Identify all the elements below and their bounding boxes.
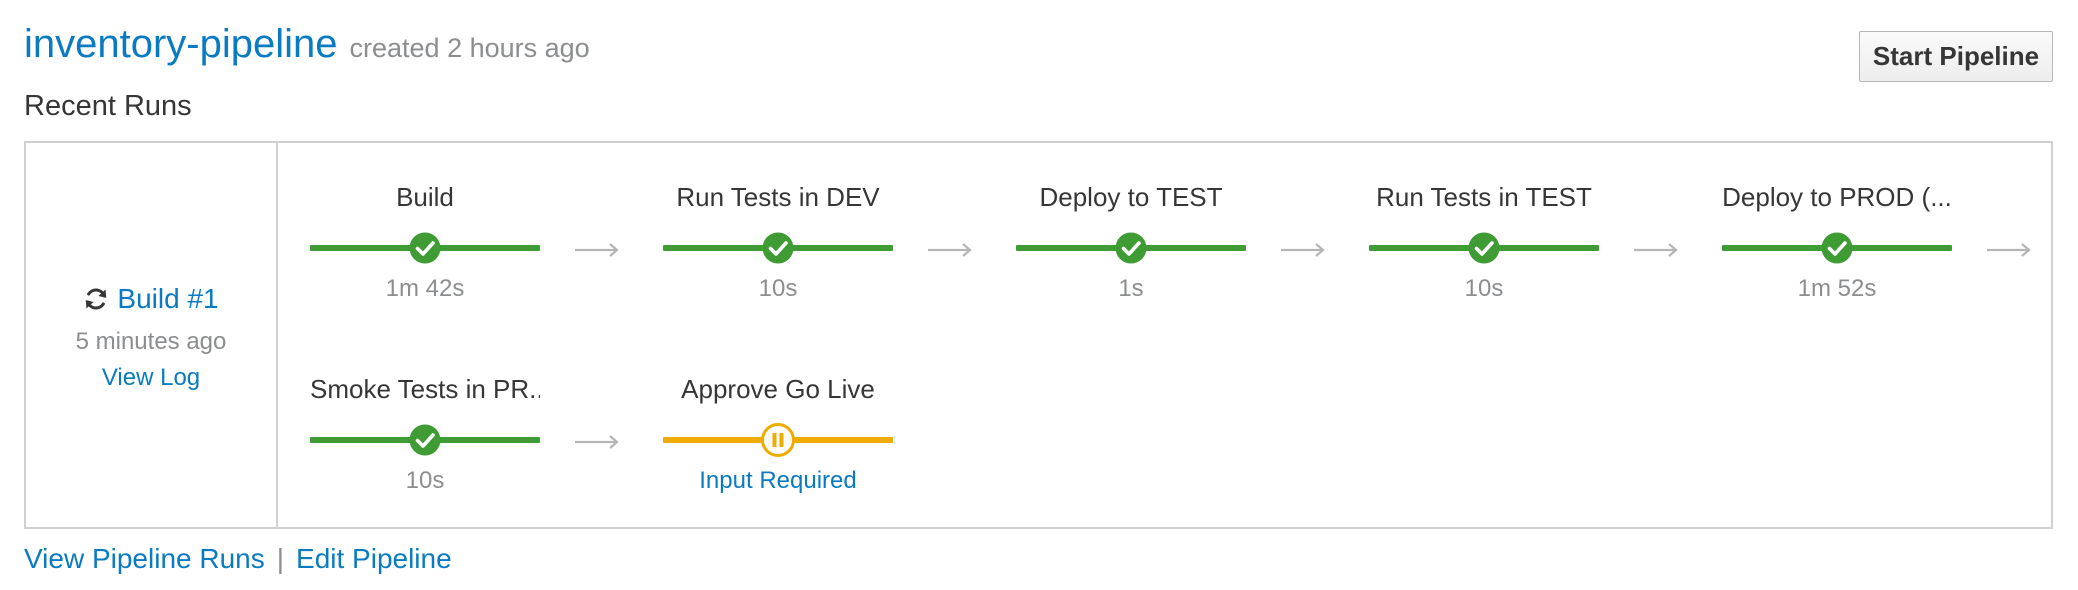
pipeline-stage: Deploy to PROD (... 1m 52s bbox=[1722, 181, 1952, 305]
stage-name: Deploy to TEST bbox=[1039, 182, 1223, 212]
build-link[interactable]: Build #1 bbox=[117, 283, 218, 315]
pipeline-stage: Approve Go Live Input Required bbox=[663, 373, 893, 497]
arrow-right-icon bbox=[1634, 243, 1678, 257]
stage-name: Approve Go Live bbox=[681, 374, 875, 404]
stage-duration: 10s bbox=[405, 467, 445, 494]
stage-duration: 1m 42s bbox=[385, 275, 465, 302]
input-required-link[interactable]: Input Required bbox=[663, 465, 893, 497]
pipeline-stage: Run Tests in TEST 10s bbox=[1369, 181, 1599, 305]
arrow-right-icon bbox=[575, 435, 619, 449]
check-circle-icon bbox=[1821, 232, 1853, 264]
stage-status-bar bbox=[663, 423, 893, 457]
pipeline-stage: Run Tests in DEV 10s bbox=[663, 181, 893, 305]
stage-name: Build bbox=[396, 182, 454, 212]
recent-runs-panel: Build #1 5 minutes ago View Log Build 1m … bbox=[24, 141, 2053, 529]
arrow-right-icon bbox=[928, 243, 972, 257]
stage-status-bar bbox=[663, 231, 893, 265]
footer-separator: | bbox=[276, 543, 285, 574]
stage-duration: 1m 52s bbox=[1797, 275, 1877, 302]
stage-status-bar bbox=[1016, 231, 1246, 265]
arrow-right-icon bbox=[1987, 243, 2031, 257]
check-circle-icon bbox=[409, 232, 441, 264]
stage-status-bar bbox=[310, 423, 540, 457]
arrow-right-icon bbox=[575, 243, 619, 257]
stage-status-bar bbox=[310, 231, 540, 265]
stage-duration: 10s bbox=[1464, 275, 1504, 302]
start-pipeline-button[interactable]: Start Pipeline bbox=[1859, 31, 2053, 82]
check-circle-icon bbox=[1468, 232, 1500, 264]
created-timestamp: created 2 hours ago bbox=[349, 33, 590, 63]
stage-duration: 10s bbox=[758, 275, 798, 302]
pipeline-name-link[interactable]: inventory-pipeline bbox=[24, 22, 338, 67]
pause-icon bbox=[761, 423, 795, 457]
stage-name: Deploy to PROD (... bbox=[1722, 182, 1952, 212]
stage-name: Run Tests in DEV bbox=[676, 182, 880, 212]
edit-pipeline-link[interactable]: Edit Pipeline bbox=[296, 543, 452, 575]
check-circle-icon bbox=[409, 424, 441, 456]
recent-runs-title: Recent Runs bbox=[24, 90, 192, 122]
footer-links: View Pipeline Runs | Edit Pipeline bbox=[24, 543, 452, 575]
stage-status-bar bbox=[1722, 231, 1952, 265]
page-header: inventory-pipeline created 2 hours ago bbox=[24, 22, 590, 67]
build-summary: Build #1 5 minutes ago View Log bbox=[26, 143, 278, 527]
check-circle-icon bbox=[762, 232, 794, 264]
view-pipeline-runs-link[interactable]: View Pipeline Runs bbox=[24, 543, 265, 575]
pipeline-stage: Deploy to TEST 1s bbox=[1016, 181, 1246, 305]
stage-name: Run Tests in TEST bbox=[1376, 182, 1592, 212]
view-log-link[interactable]: View Log bbox=[26, 364, 276, 392]
arrow-right-icon bbox=[1281, 243, 1325, 257]
stage-name: Smoke Tests in PR... bbox=[310, 374, 540, 404]
stage-duration: 1s bbox=[1118, 275, 1144, 302]
stage-status-bar bbox=[1369, 231, 1599, 265]
check-circle-icon bbox=[1115, 232, 1147, 264]
pipeline-stage: Smoke Tests in PR... 10s bbox=[310, 373, 540, 497]
build-time: 5 minutes ago bbox=[75, 328, 227, 355]
build-line: Build #1 bbox=[26, 283, 276, 315]
refresh-icon bbox=[86, 288, 107, 310]
pipeline-stage: Build 1m 42s bbox=[310, 181, 540, 305]
